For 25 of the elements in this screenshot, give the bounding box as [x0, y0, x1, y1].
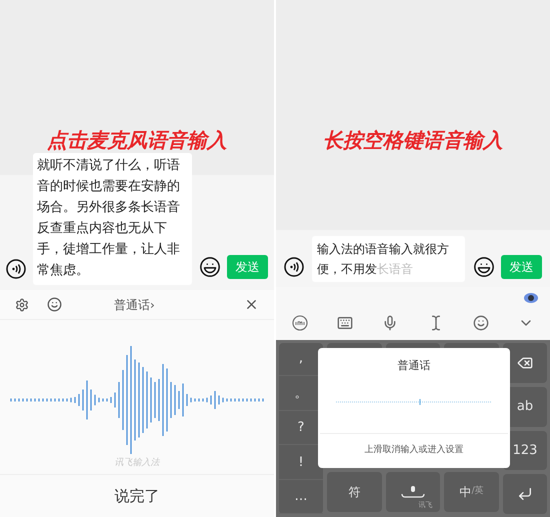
mic-icon — [400, 486, 426, 498]
message-text: 输入法的语音输入就很方便，不用发长语音 — [317, 240, 450, 278]
close-icon[interactable] — [244, 297, 259, 312]
caption-title: 长按空格键语音输入 — [323, 127, 503, 154]
emoji-icon[interactable] — [47, 297, 62, 312]
ime-icon[interactable] — [292, 314, 308, 330]
done-button[interactable]: 说完了 — [0, 475, 274, 517]
backspace-icon — [517, 354, 533, 371]
keyboard-icon[interactable] — [337, 314, 354, 330]
voice-icon[interactable] — [284, 256, 304, 276]
settings-icon[interactable] — [15, 298, 29, 312]
popup-hint: 上滑取消输入或进入设置 — [364, 444, 464, 456]
message-text: 就听不清说了什么，听语音的时候也需要在安静的场合。另外很多条长语音反查重点内容也无从下手，徒增工作量，让人非常焦虑。 — [37, 157, 181, 280]
enter-icon — [517, 486, 533, 502]
caption-title: 点击麦克风语音输入 — [47, 127, 227, 154]
voice-icon[interactable] — [6, 259, 26, 279]
message-input[interactable]: 就听不清说了什么，听语音的时候也需要在安静的场合。另外很多条长语音反查重点内容也无从下手，徒增工作量，让人非常焦虑。 — [33, 153, 192, 285]
emoji-icon[interactable] — [199, 256, 221, 278]
mic-icon[interactable] — [382, 314, 398, 330]
language-selector[interactable]: 普通话› — [114, 296, 155, 314]
message-input[interactable]: 输入法的语音输入就很方便，不用发长语音 — [312, 236, 465, 282]
punctuation-key[interactable]: … — [279, 480, 323, 514]
emoji-icon[interactable] — [473, 256, 495, 278]
symbol-key[interactable]: 符 — [327, 472, 382, 512]
popup-title: 普通话 — [398, 358, 430, 374]
